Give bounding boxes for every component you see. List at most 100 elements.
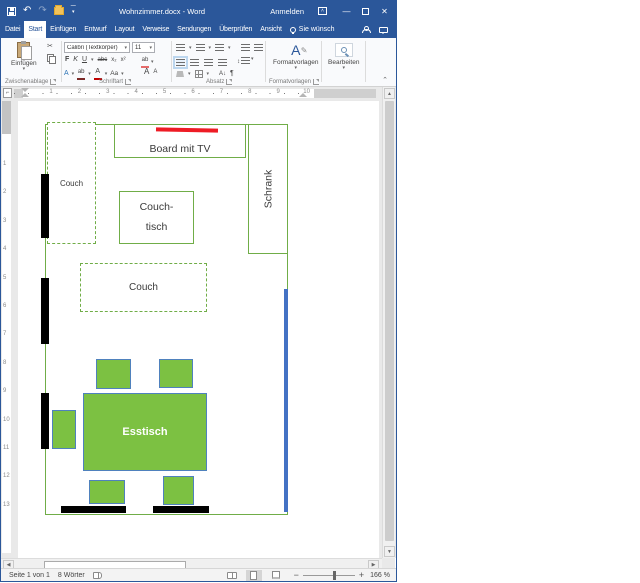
proofing-icon[interactable] <box>93 572 102 579</box>
zoom-out-button[interactable]: − <box>294 571 299 580</box>
document-page[interactable]: Board mit TV Schrank Couch Couch-tisch C… <box>18 101 379 558</box>
chair-shape[interactable] <box>52 410 76 449</box>
multilevel-list-icon[interactable] <box>215 44 224 51</box>
chair-shape[interactable] <box>96 359 131 389</box>
dialog-launcher-icon[interactable] <box>125 79 131 85</box>
editing-button[interactable]: Bearbeiten ▾ <box>328 43 359 70</box>
dialog-launcher-icon[interactable] <box>313 79 319 85</box>
bold-button[interactable]: F <box>65 55 69 65</box>
zoom-in-button[interactable]: + <box>359 571 364 580</box>
shrink-font-button[interactable]: A <box>153 67 157 77</box>
styles-button[interactable]: A Formatvorlagen ▾ <box>273 43 319 70</box>
minimize-button[interactable]: — <box>337 1 356 21</box>
subscript-button[interactable]: x₂ <box>111 55 116 65</box>
numbered-list-icon[interactable] <box>196 44 205 51</box>
word-count[interactable]: 8 Wörter <box>58 572 85 579</box>
chevron-down-icon[interactable]: ▾ <box>88 72 91 76</box>
line-spacing-button[interactable]: ↕▾ <box>237 57 254 67</box>
save-icon[interactable] <box>7 7 16 16</box>
chevron-down-icon[interactable]: ▾ <box>91 58 94 62</box>
vertical-ruler[interactable]: 12345678910111213 <box>2 101 11 553</box>
align-left-icon[interactable] <box>176 59 185 66</box>
tab-ansicht[interactable]: Ansicht <box>256 21 286 38</box>
chevron-down-icon[interactable]: ▾ <box>105 72 108 76</box>
paste-button[interactable]: Einfügen ▾ <box>11 42 37 71</box>
scroll-up-icon[interactable]: ▲ <box>384 88 395 99</box>
font-size-combo[interactable]: 11 ▾ <box>132 42 155 53</box>
close-button[interactable]: ✕ <box>375 1 394 21</box>
chevron-down-icon[interactable]: ▾ <box>72 72 75 76</box>
folder-icon[interactable] <box>54 7 64 15</box>
hanging-indent-marker[interactable] <box>21 93 29 97</box>
dialog-launcher-icon[interactable] <box>50 79 56 85</box>
shading-pen-button[interactable]: ab <box>77 67 85 80</box>
tab-datei[interactable]: Datei <box>1 21 24 38</box>
tab-selector-button[interactable]: ⌐ <box>3 88 12 98</box>
zoom-percentage[interactable]: 166 % <box>370 572 390 579</box>
align-center-icon[interactable] <box>190 59 199 66</box>
superscript-button[interactable]: x² <box>121 55 126 65</box>
undo-icon[interactable]: ↶ <box>23 6 31 16</box>
zoom-slider[interactable] <box>303 575 355 576</box>
chair-shape[interactable] <box>159 359 193 388</box>
tab-verweise[interactable]: Verweise <box>138 21 173 38</box>
tab-ueberpruefen[interactable]: Überprüfen <box>215 21 256 38</box>
account-person-icon[interactable] <box>362 26 369 33</box>
sort-button[interactable]: A↓ <box>219 69 226 79</box>
chair-shape[interactable] <box>89 480 125 504</box>
collapse-ribbon-icon[interactable]: ⌃ <box>382 76 388 84</box>
decrease-indent-icon[interactable] <box>241 44 250 51</box>
maximize-button[interactable] <box>356 1 375 21</box>
italic-button[interactable]: K <box>73 55 78 65</box>
wall-bar-shape[interactable] <box>41 393 49 449</box>
web-layout-button[interactable] <box>268 570 284 581</box>
font-name-combo[interactable]: Calibri (Textkörper) ▾ <box>64 42 130 53</box>
scroll-down-icon[interactable]: ▼ <box>384 546 395 557</box>
chair-shape[interactable] <box>163 476 194 505</box>
align-right-icon[interactable] <box>204 59 213 66</box>
tab-einfuegen[interactable]: Einfügen <box>46 21 80 38</box>
customize-qat-icon[interactable]: ⎺▾ <box>71 8 76 14</box>
grow-font-button[interactable]: A <box>144 67 149 77</box>
zoom-slider-thumb[interactable] <box>333 571 336 580</box>
coffee-table-shape[interactable]: Couch-tisch <box>119 191 194 244</box>
dining-table-shape[interactable]: Esstisch <box>83 393 207 471</box>
justify-icon[interactable] <box>218 59 227 66</box>
change-case-button[interactable]: Aa <box>110 69 118 79</box>
wardrobe-shape[interactable]: Schrank <box>248 124 288 254</box>
couch-small-shape[interactable]: Couch <box>47 122 96 244</box>
redo-icon[interactable]: ↷ <box>38 6 46 16</box>
tab-start[interactable]: Start <box>24 21 46 38</box>
ribbon-display-options-icon[interactable]: ˄ <box>318 7 327 15</box>
first-line-indent-marker[interactable] <box>21 88 29 92</box>
sign-in-button[interactable]: Anmelden <box>270 7 304 16</box>
shading-bucket-icon[interactable] <box>176 71 184 77</box>
text-effects-button[interactable]: A <box>64 69 69 79</box>
print-layout-button[interactable] <box>246 570 262 581</box>
right-indent-marker[interactable] <box>299 93 307 97</box>
page-indicator[interactable]: Seite 1 von 1 <box>9 572 50 579</box>
vertical-scrollbar[interactable]: ▲ ▼ <box>382 87 395 558</box>
underline-button[interactable]: U <box>82 55 87 65</box>
wall-bar-shape[interactable] <box>61 506 126 513</box>
pilcrow-button[interactable]: ¶ <box>230 69 234 79</box>
wall-bar-shape[interactable] <box>153 506 209 513</box>
wall-bar-shape[interactable] <box>41 278 49 344</box>
tab-entwurf[interactable]: Entwurf <box>80 21 110 38</box>
tab-layout[interactable]: Layout <box>111 21 139 38</box>
vertical-scrollbar-thumb[interactable] <box>385 101 394 541</box>
dialog-launcher-icon[interactable] <box>226 79 232 85</box>
read-mode-button[interactable] <box>224 570 240 581</box>
tab-sendungen[interactable]: Sendungen <box>173 21 215 38</box>
comment-icon[interactable] <box>379 27 388 33</box>
strikethrough-button[interactable]: abc <box>98 55 108 65</box>
wall-bar-shape[interactable] <box>41 174 49 238</box>
couch-large-shape[interactable]: Couch <box>80 263 207 312</box>
increase-indent-icon[interactable] <box>254 44 263 51</box>
cut-button[interactable]: ✂ <box>47 43 53 51</box>
chevron-down-icon[interactable]: ▾ <box>121 72 124 76</box>
borders-grid-icon[interactable] <box>195 70 203 78</box>
bullet-list-icon[interactable] <box>176 44 185 51</box>
tell-me-search[interactable]: Sie wünsch <box>286 21 339 38</box>
balcony-door-line-shape[interactable] <box>284 289 288 512</box>
